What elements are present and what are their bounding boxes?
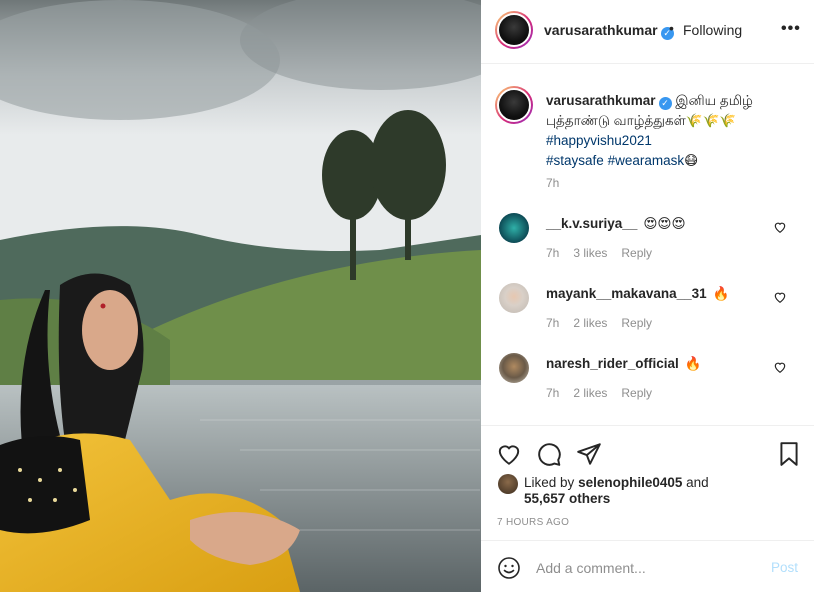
comment-likes[interactable]: 2 likes: [573, 386, 607, 400]
commenter-avatar[interactable]: [499, 283, 529, 313]
comment-meta: 7h 2 likes Reply: [546, 386, 666, 400]
comment-item: naresh_rider_official 🔥 7h 2 likes Reply: [481, 353, 814, 413]
reply-button[interactable]: Reply: [621, 246, 652, 260]
commenter-username[interactable]: __k.v.suriya__: [546, 216, 637, 231]
comment-time[interactable]: 7h: [546, 246, 559, 260]
author-username[interactable]: varusarathkumar ✓: [544, 22, 674, 40]
comment-text: 🔥: [684, 356, 702, 371]
liker-avatar[interactable]: [498, 474, 518, 494]
comment-likes[interactable]: 3 likes: [573, 246, 607, 260]
comment-meta: 7h 3 likes Reply: [546, 246, 666, 260]
comment-icon[interactable]: [536, 441, 562, 467]
hashtag-wearamask[interactable]: #wearamask: [608, 153, 685, 168]
hashtag-staysafe[interactable]: #staysafe: [546, 153, 604, 168]
likes-count[interactable]: 55,657 others: [524, 491, 610, 506]
heart-icon[interactable]: [773, 360, 787, 374]
commenter-avatar[interactable]: [499, 213, 529, 243]
comment-input[interactable]: [536, 556, 756, 580]
caption-author-avatar[interactable]: [495, 86, 533, 124]
hashtag-happyvishu[interactable]: #happyvishu2021: [546, 133, 652, 148]
caption-text: varusarathkumar ✓ இனிய தமிழ் புத்தாண்டு வ…: [546, 91, 796, 171]
more-icon[interactable]: •••: [781, 20, 801, 38]
verified-icon: ✓: [658, 97, 672, 110]
caption-emoji: 😷: [684, 153, 699, 168]
commenter-avatar[interactable]: [499, 353, 529, 383]
comment-item: mayank__makavana__31 🔥 7h 2 likes Reply: [481, 283, 814, 343]
caption-username[interactable]: varusarathkumar ✓: [546, 93, 672, 110]
commenter-username[interactable]: naresh_rider_official: [546, 356, 679, 371]
reply-button[interactable]: Reply: [621, 386, 652, 400]
post-photo-image: [0, 0, 481, 592]
post-side-panel: varusarathkumar ✓ • Following ••• varusar…: [481, 0, 814, 592]
heart-icon[interactable]: [773, 220, 787, 234]
comment-time[interactable]: 7h: [546, 386, 559, 400]
action-bar: [481, 425, 814, 475]
commenter-username[interactable]: mayank__makavana__31: [546, 286, 707, 301]
comment-text: 😍😍😍: [643, 216, 686, 231]
post-photo[interactable]: [0, 0, 481, 592]
header-separator: •: [669, 20, 674, 36]
emoji-icon[interactable]: [497, 556, 521, 580]
author-avatar[interactable]: [495, 11, 533, 49]
share-icon[interactable]: [576, 441, 602, 467]
add-comment-bar: Post: [481, 540, 814, 592]
like-heart-icon[interactable]: [496, 441, 522, 467]
comment-likes[interactable]: 2 likes: [573, 316, 607, 330]
reply-button[interactable]: Reply: [621, 316, 652, 330]
post-timestamp[interactable]: 7 HOURS AGO: [497, 517, 569, 528]
comment-time[interactable]: 7h: [546, 316, 559, 330]
comment-text: 🔥: [712, 286, 730, 301]
comment-meta: 7h 2 likes Reply: [546, 316, 666, 330]
caption-time[interactable]: 7h: [546, 176, 559, 190]
liked-by-label: Liked by: [524, 475, 575, 490]
post-header: varusarathkumar ✓ • Following •••: [481, 0, 814, 64]
heart-icon[interactable]: [773, 290, 787, 304]
following-button[interactable]: Following: [683, 22, 742, 38]
liker-username[interactable]: selenophile0405: [578, 475, 682, 490]
post-button[interactable]: Post: [771, 560, 798, 575]
likes-and: and: [686, 475, 709, 490]
bookmark-icon[interactable]: [776, 441, 802, 467]
comment-item: __k.v.suriya__ 😍😍😍 7h 3 likes Reply: [481, 213, 814, 273]
